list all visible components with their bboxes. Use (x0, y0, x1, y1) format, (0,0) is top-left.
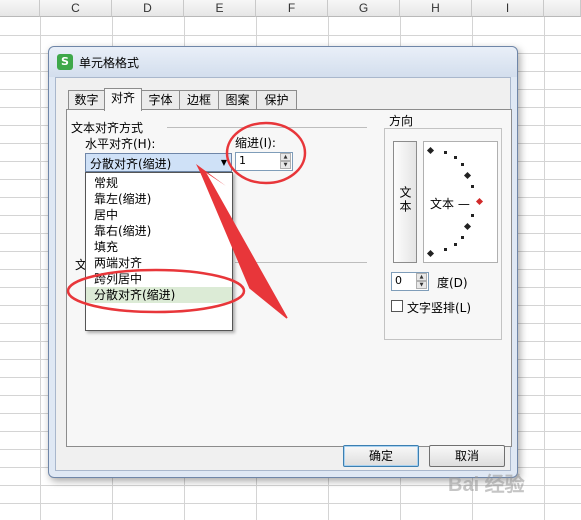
dial-marker (426, 249, 435, 258)
tab-pattern[interactable]: 图案 (218, 90, 257, 110)
dial-marker (454, 156, 457, 159)
cancel-button[interactable]: 取消 (429, 445, 505, 467)
wps-spreadsheet-icon: S (57, 54, 73, 70)
degrees-value: 0 (395, 274, 402, 287)
format-cells-dialog: S 单元格格式 数字 对齐 字体 边框 图案 保护 文本对齐方式 水平对齐(H)… (48, 46, 518, 478)
tab-font[interactable]: 字体 (141, 90, 180, 110)
dialog-title: 单元格格式 (79, 56, 140, 70)
baidu-jingyan-watermark: Bai 经验 (448, 474, 525, 496)
dial-marker (444, 151, 447, 154)
column-header-f[interactable]: F (256, 0, 328, 17)
tab-protection[interactable]: 保护 (256, 90, 297, 110)
dial-pointer[interactable] (475, 197, 484, 206)
dropdown-option-left-indent[interactable]: 靠左(缩进) (86, 191, 232, 207)
column-header-partial-right[interactable] (544, 0, 581, 17)
orientation-dial[interactable]: 文本 — (423, 141, 498, 263)
tab-border[interactable]: 边框 (179, 90, 219, 110)
horizontal-align-value: 分散对齐(缩进) (90, 157, 172, 171)
vertical-text-button[interactable]: 文本 (393, 141, 417, 263)
column-header-c[interactable]: C (40, 0, 112, 17)
degrees-label: 度(D) (437, 276, 468, 290)
dropdown-option-right-indent[interactable]: 靠右(缩进) (86, 223, 232, 239)
tab-number[interactable]: 数字 (68, 90, 105, 110)
degrees-stepper[interactable]: 0 ▲ ▼ (391, 272, 429, 291)
dial-text-label: 文本 — (430, 197, 470, 211)
column-header-e[interactable]: E (184, 0, 256, 17)
dropdown-option-fill[interactable]: 填充 (86, 239, 232, 255)
orientation-group: 文本 文本 — 0 ▲ ▼ 度(D) 文字竖排(L) (384, 128, 502, 340)
dropdown-option-distributed-indent[interactable]: 分散对齐(缩进) (86, 287, 232, 303)
dial-marker (461, 236, 464, 239)
dial-marker (426, 146, 435, 155)
dial-marker (471, 214, 474, 217)
dropdown-option-general[interactable]: 常规 (86, 175, 232, 191)
indent-stepper[interactable]: 1 ▲ ▼ (235, 152, 293, 171)
alignment-panel: 文本对齐方式 水平对齐(H): 分散对齐(缩进) ▼ 常规 靠左(缩进) 居中 … (66, 109, 512, 447)
orientation-group-label: 方向 (389, 114, 414, 128)
text-alignment-group-label: 文本对齐方式 (71, 121, 144, 135)
dial-marker (471, 185, 474, 188)
column-header-partial[interactable] (0, 0, 40, 17)
increment-icon[interactable]: ▲ (280, 153, 291, 161)
dial-marker (463, 171, 472, 180)
dial-marker (461, 163, 464, 166)
indent-label: 缩进(I): (235, 136, 276, 150)
column-header-g[interactable]: G (328, 0, 400, 17)
vertical-text-checkbox[interactable] (391, 300, 403, 312)
vertical-text-button-label: 文本 (398, 186, 412, 214)
column-header-i[interactable]: I (472, 0, 544, 17)
horizontal-align-label: 水平对齐(H): (85, 137, 156, 151)
horizontal-align-dropdown: 常规 靠左(缩进) 居中 靠右(缩进) 填充 两端对齐 跨列居中 分散对齐(缩进… (85, 172, 233, 331)
horizontal-align-select[interactable]: 分散对齐(缩进) ▼ (85, 153, 232, 172)
ok-button[interactable]: 确定 (343, 445, 419, 467)
dial-marker (444, 248, 447, 251)
column-header-d[interactable]: D (112, 0, 184, 17)
dial-marker (454, 243, 457, 246)
vertical-text-checkbox-label[interactable]: 文字竖排(L) (407, 299, 471, 316)
group-divider (167, 127, 367, 128)
chevron-down-icon[interactable]: ▼ (217, 154, 231, 171)
indent-value: 1 (239, 154, 246, 167)
dial-marker (463, 222, 472, 231)
column-header-h[interactable]: H (400, 0, 472, 17)
dialog-titlebar[interactable]: S 单元格格式 (49, 47, 517, 77)
dropdown-option-center-across[interactable]: 跨列居中 (86, 271, 232, 287)
decrement-icon[interactable]: ▼ (416, 281, 427, 289)
decrement-icon[interactable]: ▼ (280, 161, 291, 169)
dropdown-option-center[interactable]: 居中 (86, 207, 232, 223)
tab-alignment[interactable]: 对齐 (104, 88, 142, 111)
increment-icon[interactable]: ▲ (416, 273, 427, 281)
dropdown-option-justify[interactable]: 两端对齐 (86, 255, 232, 271)
group-divider (235, 262, 367, 263)
dialog-body: 数字 对齐 字体 边框 图案 保护 文本对齐方式 水平对齐(H): 分散对齐(缩… (55, 77, 512, 471)
